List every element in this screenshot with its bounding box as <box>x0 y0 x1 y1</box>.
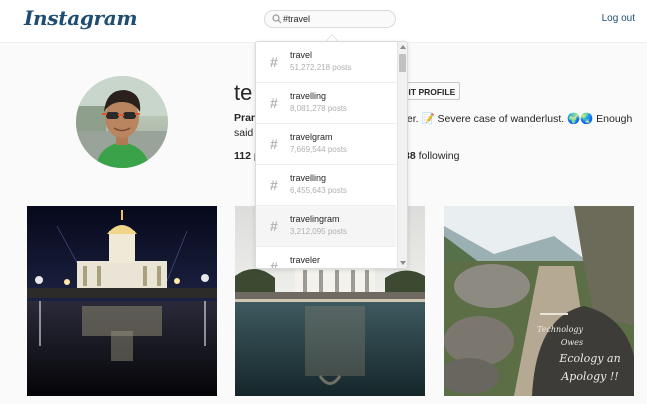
scrollbar-thumb[interactable] <box>399 54 406 72</box>
rock-text-line-2: Owes <box>561 338 583 347</box>
avatar-photo <box>76 76 168 168</box>
search-result-tag: travelling <box>290 173 327 183</box>
search-results-list: # travel 51,272,218 posts # travelling 8… <box>256 42 396 269</box>
profile-avatar[interactable] <box>76 76 168 168</box>
search-icon <box>272 14 282 24</box>
dropdown-scrollbar[interactable] <box>397 42 407 268</box>
search-result-item[interactable]: # travel 51,272,218 posts <box>256 42 396 83</box>
scroll-up-arrow-icon[interactable] <box>400 45 406 49</box>
search-result-count: 3,212,095 posts <box>290 227 347 236</box>
top-navigation-bar: Instagram Log out <box>0 0 647 43</box>
search-result-item[interactable]: # travelingram 3,212,095 posts <box>256 206 396 247</box>
search-box[interactable] <box>264 10 396 28</box>
search-result-count: 51,272,218 posts <box>290 63 352 72</box>
search-result-count: 8,081,278 posts <box>290 104 347 113</box>
search-result-tag: travelgram <box>290 132 333 142</box>
following-label: following <box>418 150 460 162</box>
photo-tile-temple-night[interactable] <box>27 206 217 396</box>
search-result-count: 7,669,544 posts <box>290 145 347 154</box>
search-results-dropdown: # travel 51,272,218 posts # travelling 8… <box>255 41 408 269</box>
search-result-tag: travelingram <box>290 214 340 224</box>
search-result-item[interactable]: # travelgram 7,669,544 posts <box>256 124 396 165</box>
search-result-tag: travel <box>290 50 313 60</box>
instagram-logo[interactable]: Instagram <box>24 6 138 30</box>
following-count-stat[interactable]: 38 following <box>404 150 459 162</box>
mountain-trail-photo: Technology Owes Ecology an Apology !! <box>444 206 634 396</box>
posts-count: 112 <box>234 150 251 162</box>
hashtag-icon: # <box>270 218 278 234</box>
logout-link[interactable]: Log out <box>602 13 635 24</box>
search-result-tag: travelling <box>290 91 327 101</box>
search-result-item[interactable]: # travelling 8,081,278 posts <box>256 83 396 124</box>
search-result-item[interactable]: # travelling 6,455,643 posts <box>256 165 396 206</box>
search-input[interactable] <box>283 12 391 26</box>
photo-tile-mountain-trail[interactable]: Technology Owes Ecology an Apology !! <box>444 206 634 396</box>
profile-username: te <box>234 80 253 105</box>
hashtag-icon: # <box>270 136 278 152</box>
rock-text-line-4: Apology !! <box>560 370 618 383</box>
search-result-count: 6,455,643 posts <box>290 186 347 195</box>
bio-full-name: Pran <box>234 112 258 124</box>
hashtag-icon: # <box>270 54 278 70</box>
search-result-item[interactable]: # traveler <box>256 247 396 269</box>
search-result-tag: traveler <box>290 255 321 265</box>
temple-night-photo <box>27 206 217 396</box>
scroll-down-arrow-icon[interactable] <box>400 261 406 265</box>
bio-text: ter. 📝 Severe case of wanderlust. 🌍🌏 Eno… <box>404 113 633 125</box>
rock-text-line-3: Ecology an <box>558 352 620 365</box>
hashtag-icon: # <box>270 95 278 111</box>
hashtag-icon: # <box>270 177 278 193</box>
hashtag-icon: # <box>270 259 278 269</box>
rock-text-line-1: Technology <box>537 325 584 334</box>
bio-text-continued: said <box>234 127 254 139</box>
